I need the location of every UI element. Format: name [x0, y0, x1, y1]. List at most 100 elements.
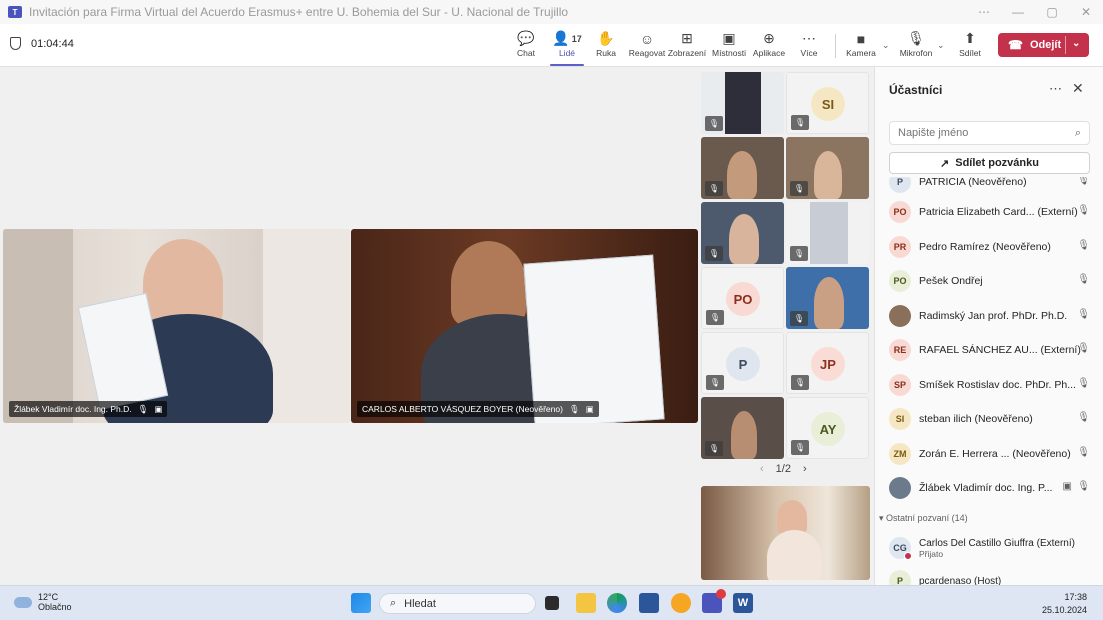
participant-name: Radimský Jan prof. PhDr. Ph.D.: [919, 310, 1068, 322]
cloud-icon: [14, 596, 32, 608]
next-page-icon[interactable]: ›: [803, 463, 807, 475]
phone-hangup-icon: ☎: [1008, 38, 1023, 52]
windows-taskbar: 12°C Oblačno ⌕ Hledat W 17:38 25.10.2024: [0, 585, 1103, 620]
taskbar-search[interactable]: ⌕ Hledat: [379, 593, 536, 614]
avatar-initials: SI: [821, 96, 835, 112]
muted-mic-icon: 🎙: [791, 440, 809, 455]
file-explorer-icon[interactable]: [576, 593, 596, 613]
windows-start-icon[interactable]: [351, 593, 371, 613]
store-icon[interactable]: [639, 593, 659, 613]
avatar: P: [889, 570, 911, 585]
muted-mic-icon: 🎙: [706, 310, 724, 325]
maximize-icon[interactable]: ▢: [1035, 0, 1069, 24]
grid-icon: ⊞: [681, 30, 693, 46]
avatar: ZM: [889, 443, 911, 465]
camera-button[interactable]: ■ Kamera: [841, 29, 881, 63]
muted-mic-icon: 🎙: [705, 246, 723, 261]
avatar-initials: P: [896, 177, 903, 187]
muted-mic-icon: 🎙: [790, 246, 808, 261]
gallery-tile[interactable]: 🎙: [786, 202, 869, 264]
participant-row[interactable]: SI steban ilich (Neověřeno) 🎙: [889, 404, 1094, 434]
minimize-icon[interactable]: —: [1001, 0, 1035, 24]
rooms-button[interactable]: ▣ Místnosti: [709, 29, 749, 63]
system-clock[interactable]: 17:38 25.10.2024: [1042, 591, 1087, 617]
teams-taskbar-icon[interactable]: [702, 589, 726, 613]
task-view-icon[interactable]: [545, 596, 559, 610]
avatar: PO: [726, 282, 760, 316]
gallery-tile[interactable]: 🎙: [701, 202, 784, 264]
share-invite-button[interactable]: ↗ Sdílet pozvánku: [889, 152, 1090, 174]
participant-row[interactable]: PO Pešek Ondřej 🎙: [889, 266, 1094, 296]
muted-mic-icon: 🎙: [1077, 274, 1090, 285]
edge-icon[interactable]: [607, 593, 627, 613]
participant-row[interactable]: RE RAFAEL SÁNCHEZ AU... (Externí) 🎙: [889, 335, 1094, 365]
participant-row[interactable]: Radimský Jan prof. PhDr. Ph.D. 🎙: [889, 301, 1094, 331]
gallery-tile[interactable]: 🎙: [701, 72, 784, 134]
participant-row[interactable]: ZM Zorán E. Herrera ... (Neověřeno) 🎙: [889, 439, 1094, 469]
prev-page-icon[interactable]: ‹: [760, 463, 764, 475]
panel-close-icon[interactable]: ✕: [1072, 80, 1084, 97]
react-label: Reagovat: [628, 48, 666, 58]
camera-options-chevron-icon[interactable]: ⌄: [882, 40, 890, 51]
weather-condition: Oblačno: [38, 602, 72, 612]
screen-share-icon: ▣: [1062, 481, 1072, 492]
invited-row[interactable]: P pcardenaso (Host): [889, 570, 1094, 585]
participant-row[interactable]: PO Patricia Elizabeth Card... (Externí) …: [889, 197, 1094, 227]
emoji-icon: ☺: [639, 30, 655, 47]
status-dot: [904, 552, 912, 560]
participant-search[interactable]: ⌕: [889, 121, 1090, 145]
mic-options-chevron-icon[interactable]: ⌄: [937, 40, 945, 51]
invited-section-header[interactable]: ▾ Ostatní pozvaní (14): [879, 513, 968, 524]
raise-hand-button[interactable]: ✋ Ruka: [586, 29, 626, 63]
people-icon: 👤 17: [552, 30, 582, 46]
participant-row[interactable]: Žlábek Vladimír doc. Ing. P... ▣ 🎙: [889, 473, 1094, 503]
video-name: CARLOS ALBERTO VÁSQUEZ BOYER (Neověřeno): [362, 404, 563, 414]
leave-button[interactable]: ☎ Odejít ⌄: [998, 33, 1089, 57]
taskbar-search-label: Hledat: [404, 597, 436, 610]
muted-mic-icon: 🎙: [1077, 447, 1090, 458]
hand-label: Ruka: [596, 48, 616, 58]
video-tile-main-2[interactable]: CARLOS ALBERTO VÁSQUEZ BOYER (Neověřeno)…: [351, 229, 698, 423]
share-screen-button[interactable]: ⬆ Sdílet: [950, 29, 990, 63]
document-held: [523, 254, 665, 423]
video-tile-main-1[interactable]: Žlábek Vladimír doc. Ing. Ph.D. 🎙 ▣: [3, 229, 350, 423]
chat-button[interactable]: 💬 Chat: [506, 29, 546, 63]
participant-row[interactable]: SP Smíšek Rostislav doc. PhDr. Ph... 🎙: [889, 370, 1094, 400]
muted-mic-icon: 🎙: [1077, 481, 1090, 492]
gallery-tile[interactable]: 🎙: [701, 397, 784, 459]
gallery-tile[interactable]: AY 🎙: [786, 397, 869, 459]
invited-row[interactable]: CG Carlos Del Castillo Giuffra (Externí)…: [889, 537, 1094, 560]
word-icon[interactable]: W: [733, 593, 753, 613]
gallery-tile[interactable]: SI 🎙: [786, 72, 869, 134]
participant-row[interactable]: P PATRICIA (Neověřeno) 🎙: [889, 177, 1094, 197]
people-count: 17: [571, 33, 582, 44]
app-icon[interactable]: [671, 593, 691, 613]
gallery-tile[interactable]: P 🎙: [701, 332, 784, 394]
leave-options-chevron-icon[interactable]: ⌄: [1072, 38, 1080, 49]
share-invite-icon: ↗: [940, 157, 950, 170]
mic-button[interactable]: 🎙 Mikrofon: [896, 29, 936, 63]
meeting-toolbar: 01:04:44 💬 Chat 👤 17 Lidé ✋ Ruka ☺ Reagov…: [0, 24, 1103, 67]
search-input[interactable]: [898, 127, 1068, 139]
view-button[interactable]: ⊞ Zobrazení: [667, 29, 707, 63]
avatar-initials: SI: [895, 414, 905, 424]
self-view-video[interactable]: [701, 486, 870, 580]
weather-widget[interactable]: 12°C Oblačno: [14, 592, 72, 612]
gallery-tile[interactable]: 🎙: [701, 137, 784, 199]
apps-button[interactable]: ⊕ Aplikace: [749, 29, 789, 63]
gallery-tile[interactable]: PO 🎙: [701, 267, 784, 329]
share-icon: ⬆: [964, 30, 976, 46]
panel-title: Účastníci: [889, 83, 943, 97]
participant-row[interactable]: PR Pedro Ramírez (Neověřeno) 🎙: [889, 232, 1094, 262]
window-more-icon[interactable]: ⋯: [967, 0, 1001, 24]
people-button[interactable]: 👤 17 Lidé: [547, 29, 587, 66]
gallery-tile[interactable]: JP 🎙: [786, 332, 869, 394]
more-button[interactable]: ⋯ Více: [789, 29, 829, 63]
avatar-initials: JP: [820, 356, 836, 372]
muted-mic-icon: 🎙: [705, 116, 723, 131]
panel-more-icon[interactable]: ⋯: [1049, 81, 1062, 97]
gallery-tile[interactable]: 🎙: [786, 137, 869, 199]
close-window-icon[interactable]: ✕: [1069, 0, 1103, 24]
gallery-tile[interactable]: 🎙: [786, 267, 869, 329]
react-button[interactable]: ☺ Reagovat: [627, 29, 667, 63]
